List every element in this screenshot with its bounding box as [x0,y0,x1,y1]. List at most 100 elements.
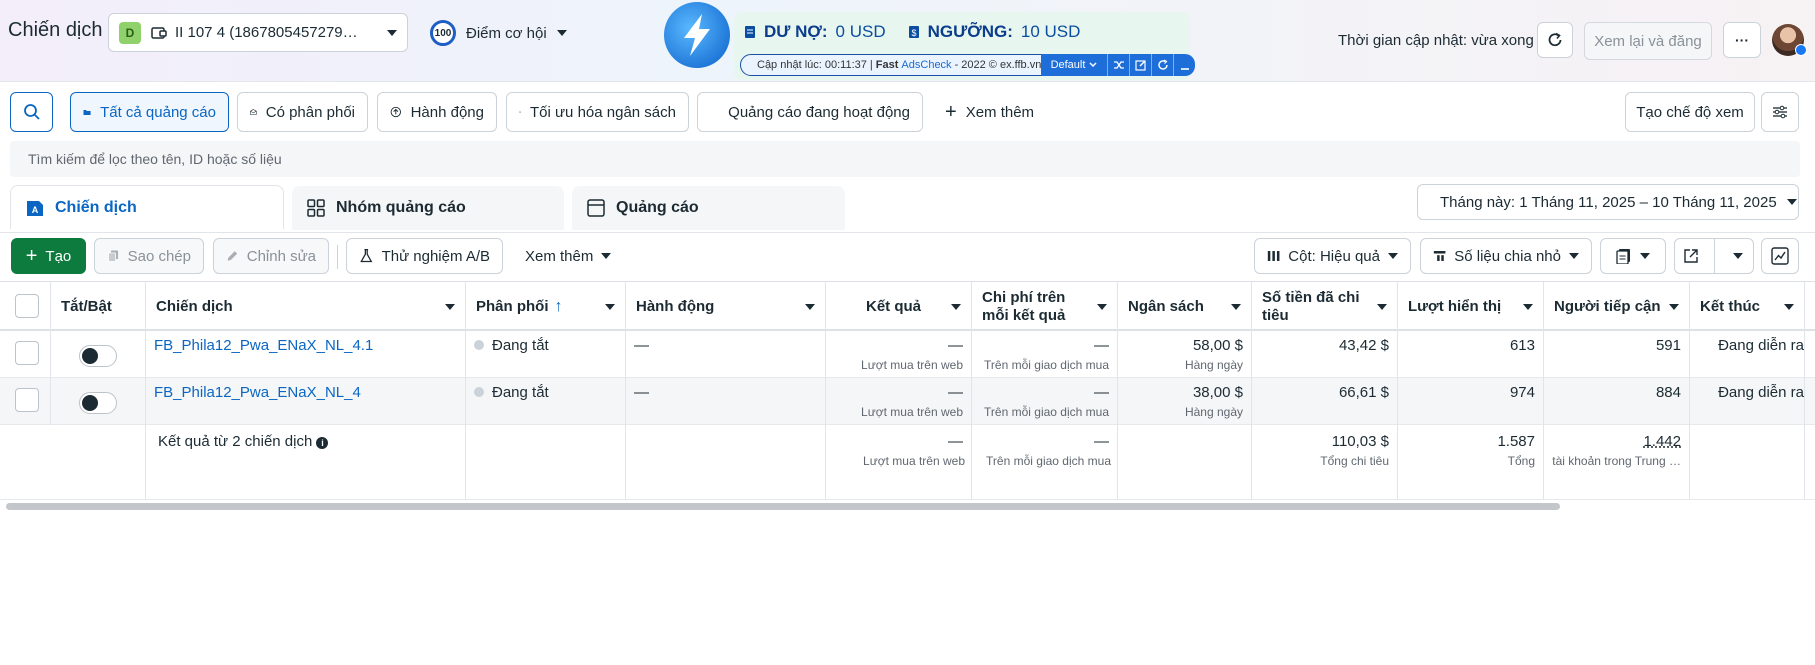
header-results-label: Kết quả [865,298,921,315]
date-range-label: Tháng này: 1 Tháng 11, 2025 – 10 Tháng 1… [1440,193,1777,211]
folder-icon [83,109,91,116]
filter-budget-optimization-label: Tối ưu hóa ngân sách [530,103,676,121]
header-ends[interactable]: Kết thúc [1690,282,1805,331]
campaign-toggle[interactable] [79,345,117,367]
chevron-down-icon[interactable] [1097,304,1107,310]
filter-active-ads[interactable]: Quảng cáo đang hoạt động [697,92,923,132]
chevron-down-icon [556,30,567,36]
create-button[interactable]: + Tạo [11,238,86,274]
edit-icon[interactable] [1129,54,1151,76]
actions-value: — [634,337,649,354]
summary-reach[interactable]: 1.442 [1643,433,1681,450]
date-range-picker[interactable]: Tháng này: 1 Tháng 11, 2025 – 10 Tháng 1… [1417,184,1799,220]
status-dot [474,340,484,350]
copy-icon [108,250,119,262]
filter-actions[interactable]: Hành động [377,92,497,132]
tab-adsets[interactable]: Nhóm quảng cáo [292,186,564,230]
row-checkbox[interactable] [15,388,39,412]
header-amount-spent[interactable]: Số tiền đã chi tiêu [1252,282,1398,331]
select-all-checkbox[interactable] [15,294,39,318]
header-toggle[interactable]: Tắt/Bật [51,282,146,331]
row-checkbox[interactable] [15,341,39,365]
export-button[interactable] [1674,238,1754,274]
campaign-name-link[interactable]: FB_Phila12_Pwa_ENaX_NL_4.1 [154,337,373,354]
more-options-button[interactable]: ··· [1723,22,1761,58]
columns-label: Cột: Hiệu quả [1288,247,1380,265]
tab-ads-label: Quảng cáo [616,199,699,216]
header-actions[interactable]: Hành động [626,282,826,331]
filter-has-delivery[interactable]: Có phân phối [237,92,368,132]
facebook-icon [1795,44,1807,56]
chevron-down-icon[interactable] [1523,304,1533,310]
header-budget[interactable]: Ngân sách [1118,282,1252,331]
svg-text:$: $ [520,111,521,113]
tab-campaigns[interactable]: A Chiến dịch [10,185,284,229]
chevron-down-icon[interactable] [445,304,455,310]
export-dropdown[interactable] [1723,253,1753,259]
breakdown-button[interactable]: Số liệu chia nhỏ [1420,238,1592,274]
search-button[interactable] [10,92,53,132]
breakdown-icon [1433,251,1446,261]
info-icon[interactable]: i [316,437,329,449]
header-actions-label: Hành động [636,298,715,315]
results-value: — [948,384,963,401]
toolbar-divider [337,245,338,269]
account-selector[interactable]: D II 107 4 (1867805457279… [108,13,408,52]
review-publish-button[interactable]: Xem lại và đăng [1584,22,1712,60]
opportunity-score[interactable]: 100 Điểm cơ hội [430,20,567,46]
filter-active-ads-label: Quảng cáo đang hoạt động [728,103,910,121]
tab-ads[interactable]: Quảng cáo [572,186,845,230]
refresh-icon[interactable] [1151,54,1173,76]
reports-button[interactable] [1600,238,1666,274]
campaign-toggle[interactable] [79,392,117,414]
filter-all-ads[interactable]: Tất cả quảng cáo [70,92,229,132]
plus-icon: + [25,245,38,267]
header-cost-per-result[interactable]: Chi phí trên mỗi kết quả [972,282,1118,331]
svg-text:$: $ [911,28,916,38]
spent-value: 43,42 $ [1338,337,1389,354]
copy-button[interactable]: Sao chép [94,238,204,274]
create-view-button[interactable]: Tạo chế độ xem [1625,92,1755,132]
budget-value: 38,00 $ [1192,384,1243,401]
chevron-down-icon[interactable] [1377,304,1387,310]
mode-select[interactable]: Default [1041,54,1107,76]
delivery-status-label: Đang tắt [492,337,549,354]
table-row[interactable]: FB_Phila12_Pwa_ENaX_NL_4.1 Đang tắt — — L… [0,331,1815,378]
chevron-down-icon[interactable] [951,304,961,310]
charts-button[interactable] [1761,238,1799,274]
minimize-icon[interactable] [1173,54,1195,76]
view-settings-button[interactable] [1761,92,1799,132]
table-row[interactable]: FB_Phila12_Pwa_ENaX_NL_4 Đang tắt — — Lượ… [0,378,1815,425]
horizontal-scrollbar[interactable] [6,503,1560,510]
more-actions-button[interactable]: Xem thêm [513,238,623,274]
reach-value: 591 [1655,337,1681,354]
report-icon [1616,249,1630,264]
flask-icon [360,248,373,263]
chevron-down-icon [1786,199,1797,205]
refresh-button[interactable] [1537,22,1573,58]
see-more-filters[interactable]: + Xem thêm [933,92,1048,132]
opportunity-score-icon: 100 [430,20,456,46]
cost-value: — [1094,337,1109,354]
ab-test-button[interactable]: Thử nghiệm A/B [346,238,503,274]
header-delivery-label: Phân phối [476,298,549,315]
chevron-down-icon[interactable] [1231,304,1241,310]
chevron-down-icon[interactable] [1669,304,1679,310]
search-input[interactable]: Tìm kiếm để lọc theo tên, ID hoặc số liệ… [10,141,1800,177]
header-reach[interactable]: Người tiếp cận [1544,282,1690,331]
header-campaign[interactable]: Chiến dịch [146,282,466,331]
header-results[interactable]: Kết quả [826,282,972,331]
columns-button[interactable]: Cột: Hiệu quả [1254,238,1411,274]
chevron-down-icon [1569,253,1579,259]
edit-button[interactable]: Chỉnh sửa [213,238,329,274]
shuffle-icon[interactable] [1107,54,1129,76]
campaign-name-link[interactable]: FB_Phila12_Pwa_ENaX_NL_4 [154,384,361,401]
actions-value: — [634,384,649,401]
chevron-down-icon[interactable] [1784,304,1794,310]
chevron-down-icon[interactable] [805,304,815,310]
filter-budget-optimization[interactable]: $ Tối ưu hóa ngân sách [506,92,689,132]
breakdown-label: Số liệu chia nhỏ [1454,247,1561,265]
chevron-down-icon[interactable] [605,304,615,310]
header-impressions[interactable]: Lượt hiển thị [1398,282,1544,331]
header-delivery[interactable]: Phân phối ↑ [466,282,626,331]
